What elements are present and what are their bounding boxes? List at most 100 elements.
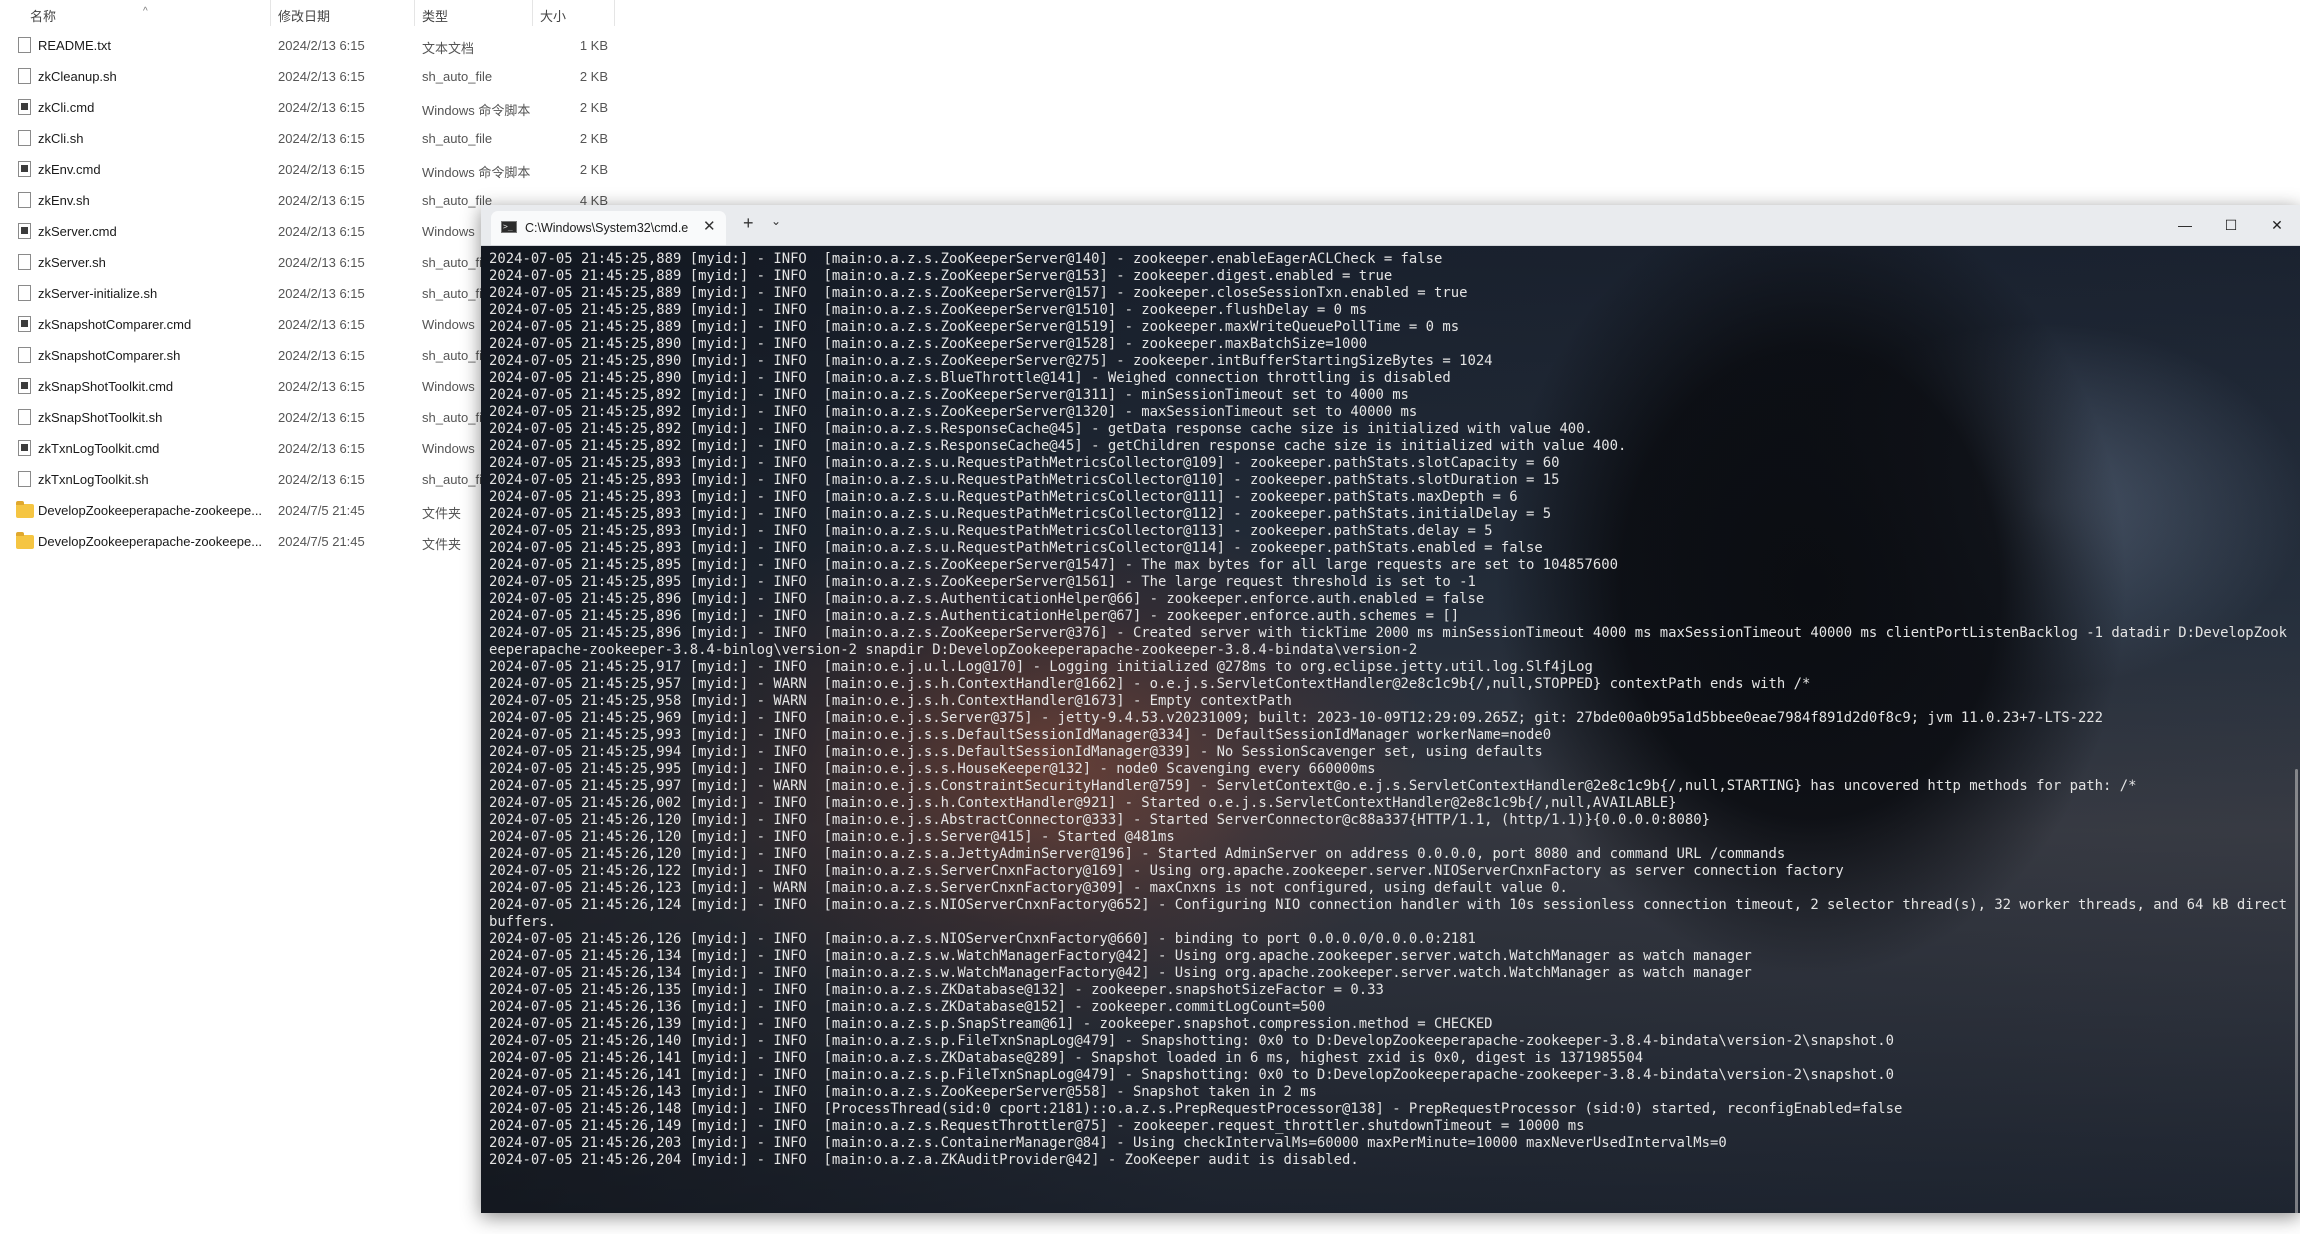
log-line: 2024-07-05 21:45:25,892 [myid:] - INFO […	[489, 438, 1627, 454]
file-name: zkEnv.sh	[38, 193, 90, 208]
file-type: Windows	[422, 441, 475, 456]
new-tab-plus-icon[interactable]: +	[743, 213, 754, 234]
cmd-file-icon	[18, 316, 31, 332]
file-type: sh_auto_file	[422, 131, 493, 146]
file-date: 2024/2/13 6:15	[278, 472, 365, 487]
terminal-output[interactable]: 2024-07-05 21:45:25,889 [myid:] - INFO […	[489, 251, 2289, 1201]
log-line: 2024-07-05 21:45:25,892 [myid:] - INFO […	[489, 404, 1418, 420]
file-date: 2024/2/13 6:15	[278, 379, 365, 394]
log-line: 2024-07-05 21:45:25,917 [myid:] - INFO […	[489, 659, 1593, 675]
file-name: zkCli.sh	[38, 131, 84, 146]
column-divider[interactable]	[270, 0, 271, 26]
log-line: 2024-07-05 21:45:25,890 [myid:] - INFO […	[489, 370, 1451, 386]
log-line: 2024-07-05 21:45:25,993 [myid:] - INFO […	[489, 727, 1552, 743]
file-icon	[18, 471, 31, 487]
log-line: 2024-07-05 21:45:25,957 [myid:] - WARN […	[489, 676, 1811, 692]
log-line: 2024-07-05 21:45:25,889 [myid:] - INFO […	[489, 302, 1368, 318]
file-name: zkEnv.cmd	[38, 162, 101, 177]
log-line: 2024-07-05 21:45:25,893 [myid:] - INFO […	[489, 489, 1518, 505]
file-name: zkSnapshotComparer.sh	[38, 348, 181, 363]
maximize-button[interactable]: ☐	[2208, 205, 2254, 245]
file-type: sh_auto_file	[422, 69, 493, 84]
log-line: 2024-07-05 21:45:26,139 [myid:] - INFO […	[489, 1016, 1493, 1032]
terminal-scrollbar[interactable]	[2294, 249, 2298, 1213]
column-header-name[interactable]: 名称	[30, 6, 56, 25]
file-date: 2024/7/5 21:45	[278, 534, 365, 549]
column-header-date[interactable]: 修改日期	[278, 6, 330, 25]
scrollbar-thumb[interactable]	[2295, 769, 2298, 1213]
log-line: 2024-07-05 21:45:25,896 [myid:] - INFO […	[489, 608, 1460, 624]
log-line: 2024-07-05 21:45:26,141 [myid:] - INFO […	[489, 1050, 1644, 1066]
log-line: 2024-07-05 21:45:25,997 [myid:] - WARN […	[489, 778, 2137, 794]
file-name: zkCleanup.sh	[38, 69, 117, 84]
column-header-type[interactable]: 类型	[422, 6, 448, 25]
file-date: 2024/2/13 6:15	[278, 441, 365, 456]
log-line: 2024-07-05 21:45:26,123 [myid:] - WARN […	[489, 880, 1568, 896]
file-size: 1 KB	[579, 38, 608, 53]
folder-icon	[16, 532, 34, 549]
minimize-button[interactable]: —	[2162, 205, 2208, 245]
log-line: 2024-07-05 21:45:25,896 [myid:] - INFO […	[489, 591, 1485, 607]
file-type: Windows 命令脚本	[422, 103, 531, 118]
tab-close-icon[interactable]: ✕	[703, 217, 716, 235]
log-line: 2024-07-05 21:45:25,893 [myid:] - INFO […	[489, 455, 1560, 471]
column-divider[interactable]	[614, 0, 615, 26]
close-button[interactable]: ✕	[2254, 205, 2300, 245]
terminal-tab[interactable]: >_ C:\Windows\System32\cmd.e ✕	[491, 211, 726, 245]
log-line: 2024-07-05 21:45:25,969 [myid:] - INFO […	[489, 710, 2104, 726]
log-line: 2024-07-05 21:45:25,889 [myid:] - INFO […	[489, 251, 1443, 267]
file-date: 2024/2/13 6:15	[278, 286, 365, 301]
file-date: 2024/2/13 6:15	[278, 255, 365, 270]
file-name: zkSnapShotToolkit.sh	[38, 410, 163, 425]
file-name: DevelopZookeeperapache-zookeepe...	[38, 503, 263, 518]
file-type: Windows 命令脚本	[422, 165, 531, 180]
file-type: Windows	[422, 224, 475, 239]
chevron-down-icon[interactable]: ⌄	[771, 214, 781, 228]
column-divider[interactable]	[532, 0, 533, 26]
file-icon	[18, 192, 31, 208]
log-line: 2024-07-05 21:45:26,148 [myid:] - INFO […	[489, 1101, 1903, 1117]
file-icon	[18, 68, 31, 84]
file-type: 文本文档	[422, 41, 475, 56]
file-name: README.txt	[38, 38, 111, 53]
file-date: 2024/2/13 6:15	[278, 131, 365, 146]
log-line: 2024-07-05 21:45:25,896 [myid:] - INFO […	[489, 625, 2288, 658]
file-row[interactable]: zkEnv.cmd 2024/2/13 6:15 Windows 命令脚本 2 KB	[0, 155, 620, 186]
file-name: zkServer.sh	[38, 255, 106, 270]
file-row[interactable]: README.txt 2024/2/13 6:15 文本文档 1 KB	[0, 31, 620, 62]
file-icon	[18, 347, 31, 363]
terminal-titlebar[interactable]: >_ C:\Windows\System32\cmd.e ✕ + ⌄ — ☐ ✕	[481, 205, 2300, 246]
column-header-row: 名称 ^ 修改日期 类型 大小	[0, 0, 620, 26]
file-type: sh_auto_fi	[422, 286, 482, 301]
log-line: 2024-07-05 21:45:25,890 [myid:] - INFO […	[489, 353, 1493, 369]
column-header-size[interactable]: 大小	[540, 6, 566, 25]
file-icon	[18, 130, 31, 146]
column-divider[interactable]	[414, 0, 415, 26]
file-row[interactable]: zkCli.cmd 2024/2/13 6:15 Windows 命令脚本 2 KB	[0, 93, 620, 124]
file-size: 2 KB	[579, 131, 608, 146]
log-line: 2024-07-05 21:45:25,890 [myid:] - INFO […	[489, 336, 1368, 352]
cmd-file-icon	[18, 440, 31, 456]
cmd-file-icon	[18, 378, 31, 394]
file-size: 2 KB	[579, 162, 608, 177]
file-date: 2024/2/13 6:15	[278, 224, 365, 239]
file-icon	[18, 285, 31, 301]
log-line: 2024-07-05 21:45:26,120 [myid:] - INFO […	[489, 812, 1710, 828]
log-line: 2024-07-05 21:45:25,889 [myid:] - INFO […	[489, 285, 1468, 301]
file-row[interactable]: zkCli.sh 2024/2/13 6:15 sh_auto_file 2 KB	[0, 124, 620, 155]
log-line: 2024-07-05 21:45:25,893 [myid:] - INFO […	[489, 540, 1543, 556]
log-line: 2024-07-05 21:45:26,122 [myid:] - INFO […	[489, 863, 1844, 879]
file-type: sh_auto_fi	[422, 472, 482, 487]
cmd-file-icon	[18, 223, 31, 239]
folder-icon	[16, 501, 34, 518]
log-line: 2024-07-05 21:45:26,203 [myid:] - INFO […	[489, 1135, 1727, 1151]
file-date: 2024/2/13 6:15	[278, 317, 365, 332]
terminal-window[interactable]: >_ C:\Windows\System32\cmd.e ✕ + ⌄ — ☐ ✕…	[481, 205, 2300, 1213]
file-row[interactable]: zkCleanup.sh 2024/2/13 6:15 sh_auto_file 2 …	[0, 62, 620, 93]
log-line: 2024-07-05 21:45:26,140 [myid:] - INFO […	[489, 1033, 1894, 1049]
file-type: 文件夹	[422, 537, 462, 552]
log-line: 2024-07-05 21:45:26,143 [myid:] - INFO […	[489, 1084, 1317, 1100]
log-line: 2024-07-05 21:45:26,136 [myid:] - INFO […	[489, 999, 1326, 1015]
cmd-file-icon	[18, 99, 31, 115]
log-line: 2024-07-05 21:45:26,141 [myid:] - INFO […	[489, 1067, 1894, 1083]
